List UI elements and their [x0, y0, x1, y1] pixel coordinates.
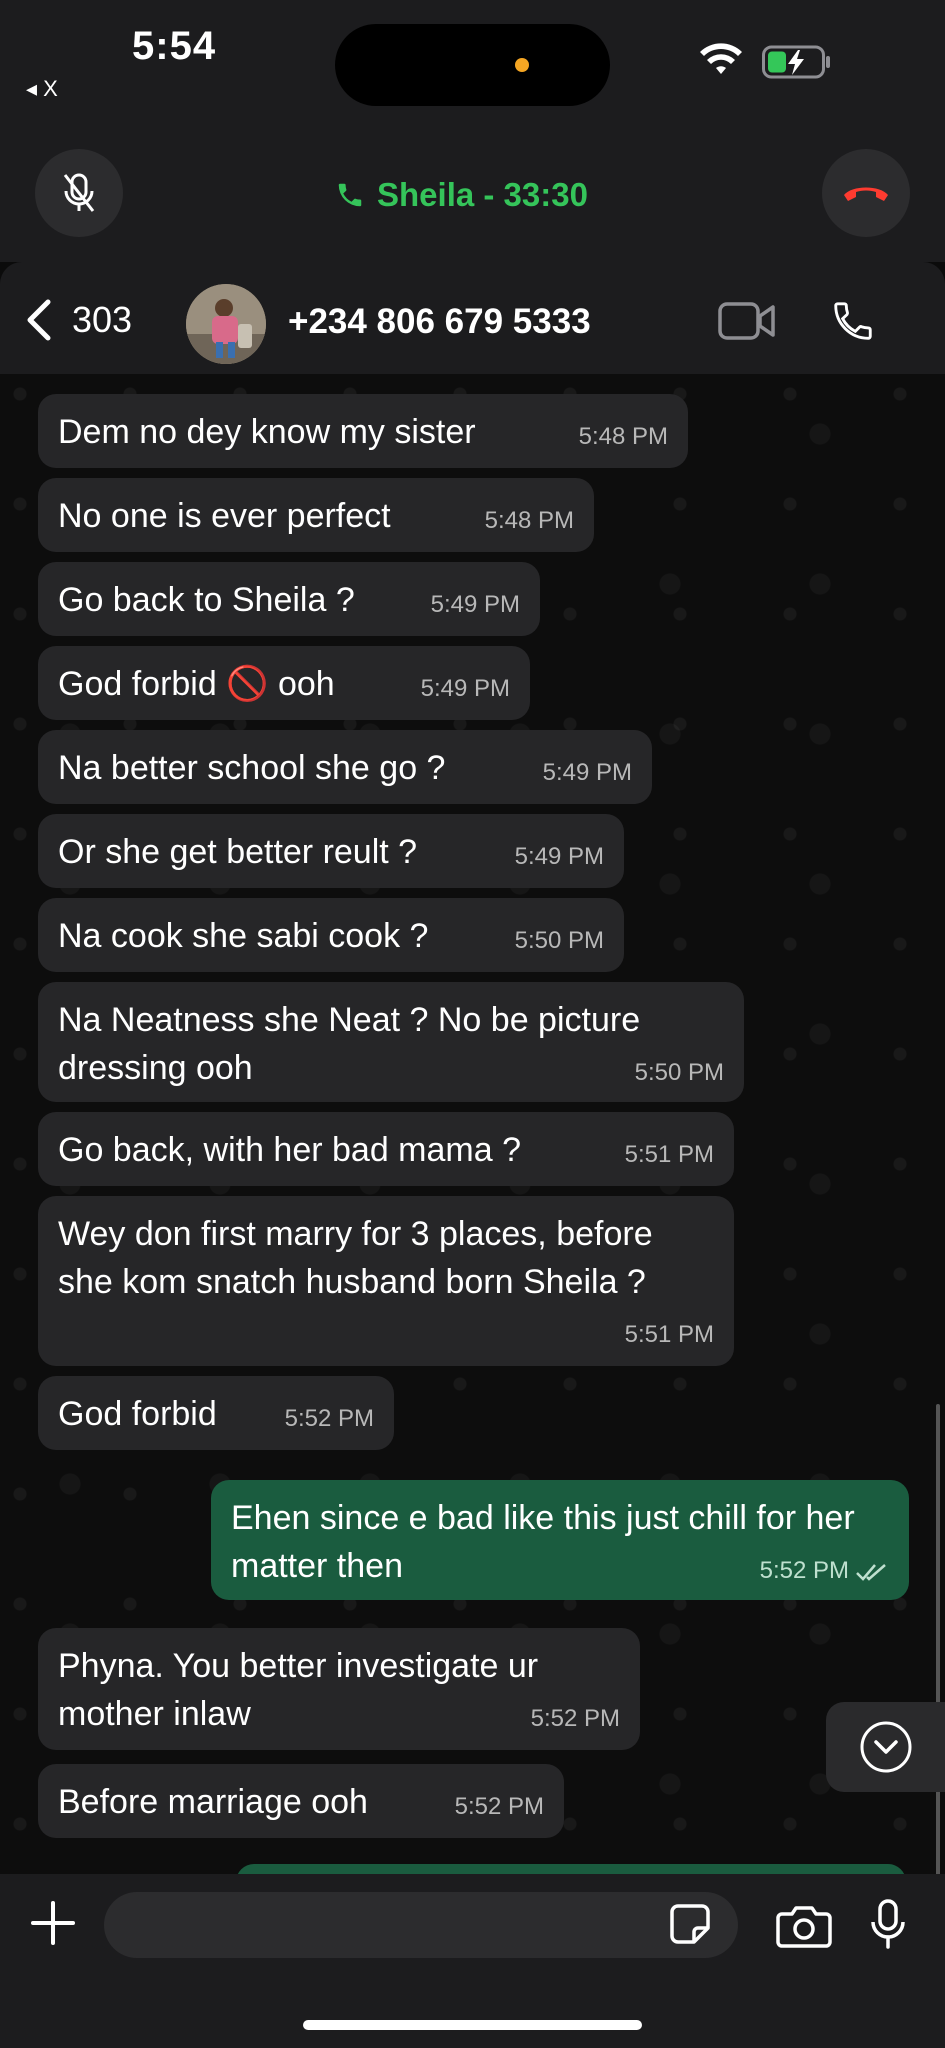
message-time: 5:52 PM — [284, 1405, 374, 1432]
scrollbar[interactable] — [936, 1404, 940, 1874]
message-bubble[interactable]: Wey don first marry for 3 places, before… — [38, 1196, 734, 1366]
message-bubble[interactable]: Or she get better reult ? 5:49 PM — [38, 814, 624, 888]
message-bubble[interactable]: God forbid 5:52 PM — [38, 1376, 394, 1450]
camera-button[interactable] — [776, 1904, 832, 1953]
message-bubble-outgoing-partial — [236, 1864, 906, 1874]
message-time: 5:48 PM — [484, 507, 574, 534]
chat-header: 303 +234 806 679 5333 — [0, 262, 945, 374]
phone-icon — [834, 302, 872, 340]
message-text: Or she get better reult ? — [58, 833, 418, 871]
mic-icon — [871, 1899, 905, 1949]
end-call-icon — [844, 187, 888, 201]
message-time: 5:49 PM — [430, 591, 520, 618]
end-call-button[interactable] — [822, 149, 910, 237]
home-indicator[interactable] — [303, 2020, 642, 2030]
message-time: 5:52 PM — [530, 1705, 620, 1732]
battery-charging-icon — [762, 45, 830, 79]
message-text: Go back, with her bad mama ? — [58, 1131, 522, 1169]
avatar[interactable] — [186, 284, 266, 364]
message-text: Na Neatness she Neat ? No be picture dre… — [58, 1001, 641, 1087]
message-text: Wey don first marry for 3 places, before… — [58, 1215, 653, 1301]
camera-icon — [776, 1906, 832, 1948]
message-bubble[interactable]: Phyna. You better investigate ur mother … — [38, 1628, 640, 1750]
message-time: 5:49 PM — [542, 759, 632, 786]
message-bubble[interactable]: Go back, with her bad mama ? 5:51 PM — [38, 1112, 734, 1186]
back-to-app-link[interactable]: ◂ X — [26, 76, 58, 102]
chevron-down-circle-icon — [860, 1721, 911, 1773]
message-text: Na cook she sabi cook ? — [58, 917, 429, 955]
message-bubble[interactable]: Dem no dey know my sister 5:48 PM — [38, 394, 688, 468]
message-bubble[interactable]: Na better school she go ? 5:49 PM — [38, 730, 652, 804]
message-text: God forbid — [58, 1395, 217, 1433]
video-call-button[interactable] — [718, 302, 776, 345]
privacy-indicator-dot — [515, 58, 529, 72]
message-text: Na better school she go ? — [58, 749, 446, 787]
message-bubble[interactable]: Na cook she sabi cook ? 5:50 PM — [38, 898, 624, 972]
message-time: 5:52 PM — [760, 1556, 889, 1586]
message-time: 5:49 PM — [514, 843, 604, 870]
message-time: 5:51 PM — [624, 1321, 714, 1348]
message-list[interactable]: Dem no dey know my sister 5:48 PM No one… — [0, 374, 945, 1874]
message-time-text: 5:52 PM — [759, 1557, 849, 1584]
mute-button[interactable] — [35, 149, 123, 237]
sticker-button[interactable] — [668, 1902, 712, 1951]
wifi-icon — [700, 43, 742, 74]
message-time: 5:50 PM — [514, 927, 604, 954]
contact-name[interactable]: +234 806 679 5333 — [288, 302, 591, 342]
back-button[interactable]: 303 — [24, 298, 132, 342]
status-bar: 5:54 ◂ X — [0, 0, 945, 140]
message-bubble[interactable]: No one is ever perfect 5:48 PM — [38, 478, 594, 552]
message-text: Before marriage ooh — [58, 1783, 368, 1821]
message-time: 5:48 PM — [578, 423, 668, 450]
message-time: 5:50 PM — [634, 1059, 724, 1086]
status-time: 5:54 — [132, 24, 217, 68]
attach-button[interactable] — [28, 1898, 78, 1953]
voice-call-button[interactable] — [830, 298, 876, 349]
phone-icon — [338, 183, 362, 207]
message-time: 5:51 PM — [624, 1141, 714, 1168]
message-text: God forbid 🚫 ooh — [58, 665, 335, 703]
message-text: Dem no dey know my sister — [58, 413, 476, 451]
chevron-left-icon — [27, 299, 51, 341]
message-bubble[interactable]: Na Neatness she Neat ? No be picture dre… — [38, 982, 744, 1102]
composer-bar — [0, 1874, 945, 2048]
message-input[interactable] — [104, 1892, 738, 1958]
message-bubble-outgoing[interactable]: Ehen since e bad like this just chill fo… — [211, 1480, 909, 1600]
mic-off-icon — [63, 173, 95, 212]
plus-icon — [31, 1901, 75, 1945]
unread-count: 303 — [72, 299, 133, 340]
message-bubble[interactable]: God forbid 🚫 ooh 5:49 PM — [38, 646, 530, 720]
message-text: Go back to Sheila ? — [58, 581, 355, 619]
video-icon — [718, 302, 775, 340]
call-title-text: Sheila - 33:30 — [377, 176, 588, 213]
message-bubble[interactable]: Go back to Sheila ? 5:49 PM — [38, 562, 540, 636]
message-text: No one is ever perfect — [58, 497, 391, 535]
call-status[interactable]: Sheila - 33:30 — [335, 170, 588, 220]
voice-message-button[interactable] — [868, 1898, 908, 1955]
message-text: Phyna. You better investigate ur mother … — [58, 1647, 539, 1733]
sticker-icon — [670, 1904, 710, 1944]
message-time: 5:49 PM — [420, 675, 510, 702]
message-bubble[interactable]: Before marriage ooh 5:52 PM — [38, 1764, 564, 1838]
message-time: 5:52 PM — [454, 1793, 544, 1820]
dynamic-island — [335, 24, 610, 106]
scroll-to-bottom-button[interactable] — [826, 1702, 945, 1792]
read-receipt-icon — [856, 1563, 886, 1581]
ongoing-call-bar: Sheila - 33:30 — [0, 140, 945, 262]
